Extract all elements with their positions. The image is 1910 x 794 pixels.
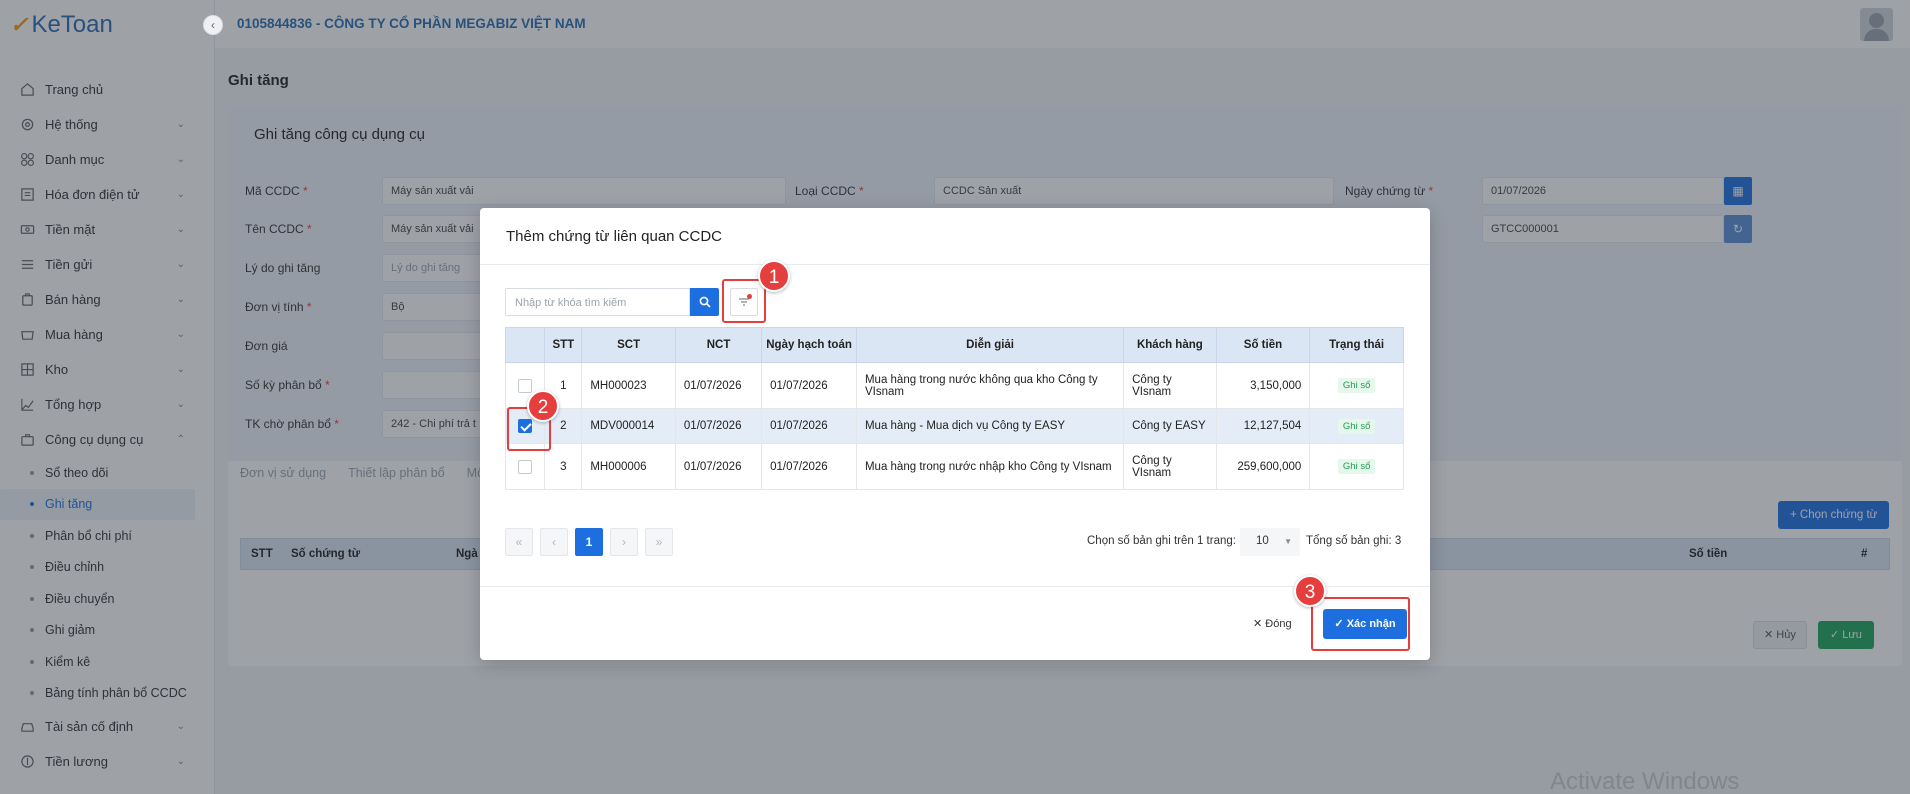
divider: [480, 264, 1430, 265]
col-stt: STT: [544, 327, 583, 363]
per-page-select[interactable]: 10 ▼: [1240, 528, 1300, 556]
highlight-box-3: [1311, 597, 1410, 651]
cell-sct: MH000006: [581, 443, 676, 490]
pagination-first[interactable]: «: [505, 528, 533, 556]
col-trang-thai: Trạng thái: [1309, 327, 1404, 363]
col-select: [504, 327, 546, 363]
table-row[interactable]: 3 MH000006 01/07/2026 01/07/2026 Mua hàn…: [504, 443, 1404, 490]
status-badge: Ghi sổ: [1337, 459, 1376, 474]
per-page-label: Chọn số bản ghi trên 1 trang:: [1087, 535, 1236, 547]
per-page-value: 10: [1256, 535, 1269, 547]
cell-khach-hang: Công ty VIsnam: [1123, 362, 1217, 409]
pagination-next[interactable]: ›: [610, 528, 638, 556]
cell-so-tien: 12,127,504: [1215, 408, 1311, 444]
col-sct: SCT: [581, 327, 676, 363]
add-document-modal: Thêm chứng từ liên quan CCDC Nhập từ khó…: [480, 208, 1430, 660]
cell-dien-giai: Mua hàng trong nước nhập kho Công ty VIs…: [855, 443, 1125, 490]
status-badge: Ghi sổ: [1337, 418, 1376, 434]
cell-ngay-hach-toan: 01/07/2026: [761, 443, 857, 490]
pagination-last[interactable]: »: [645, 528, 673, 556]
search-input[interactable]: Nhập từ khóa tìm kiếm: [505, 288, 690, 316]
step-marker-2: 2: [527, 390, 559, 422]
collapse-sidebar-button[interactable]: ‹: [203, 15, 223, 35]
status-badge: Ghi sổ: [1337, 378, 1376, 393]
cell-so-tien: 3,150,000: [1215, 362, 1311, 409]
documents-table: STT SCT NCT Ngày hạch toán Diễn giải Khá…: [504, 327, 1404, 490]
cell-sct: MDV000014: [581, 408, 676, 444]
highlight-box-1: [722, 279, 766, 323]
pagination-prev[interactable]: ‹: [540, 528, 568, 556]
cell-ngay-hach-toan: 01/07/2026: [761, 408, 857, 444]
row-checkbox[interactable]: [518, 378, 533, 393]
cell-trang-thai: Ghi sổ: [1309, 362, 1404, 409]
caret-down-icon: ▼: [1284, 537, 1292, 546]
step-marker-3: 3: [1294, 575, 1326, 607]
cell-ngay-hach-toan: 01/07/2026: [761, 362, 857, 409]
cell-khach-hang: Công ty VIsnam: [1123, 443, 1217, 490]
step-marker-1: 1: [758, 260, 790, 292]
cell-trang-thai: Ghi sổ: [1309, 443, 1404, 490]
cell-dien-giai: Mua hàng - Mua dịch vụ Công ty EASY: [855, 408, 1125, 444]
col-ngay-hach-toan: Ngày hạch toán: [761, 327, 857, 363]
col-so-tien: Số tiền: [1215, 327, 1311, 363]
total-records: Tổng số bản ghi: 3: [1306, 535, 1402, 547]
search-button[interactable]: [690, 288, 719, 316]
divider: [480, 586, 1430, 587]
row-checkbox[interactable]: [518, 459, 533, 474]
col-nct: NCT: [674, 327, 763, 363]
cell-dien-giai: Mua hàng trong nước không qua kho Công t…: [855, 362, 1125, 409]
cell-nct: 01/07/2026: [674, 362, 763, 409]
cell-trang-thai: Ghi sổ: [1309, 408, 1404, 444]
pagination-page-1[interactable]: 1: [575, 528, 603, 556]
cell-stt: 3: [544, 443, 583, 490]
col-dien-giai: Diễn giải: [855, 327, 1125, 363]
cell-sct: MH000023: [581, 362, 676, 409]
close-button[interactable]: ✕ Đóng: [1243, 610, 1302, 638]
cell-khach-hang: Công ty EASY: [1123, 408, 1217, 444]
search-icon: [699, 296, 711, 308]
table-header-row: STT SCT NCT Ngày hạch toán Diễn giải Khá…: [504, 327, 1404, 363]
cell-nct: 01/07/2026: [674, 443, 763, 490]
cell-so-tien: 259,600,000: [1215, 443, 1311, 490]
col-khach-hang: Khách hàng: [1123, 327, 1217, 363]
table-row[interactable]: 1 MH000023 01/07/2026 01/07/2026 Mua hàn…: [504, 362, 1404, 409]
cell-nct: 01/07/2026: [674, 408, 763, 444]
modal-title: Thêm chứng từ liên quan CCDC: [506, 228, 723, 245]
table-row-selected[interactable]: 2 MDV000014 01/07/2026 01/07/2026 Mua hà…: [504, 408, 1404, 444]
